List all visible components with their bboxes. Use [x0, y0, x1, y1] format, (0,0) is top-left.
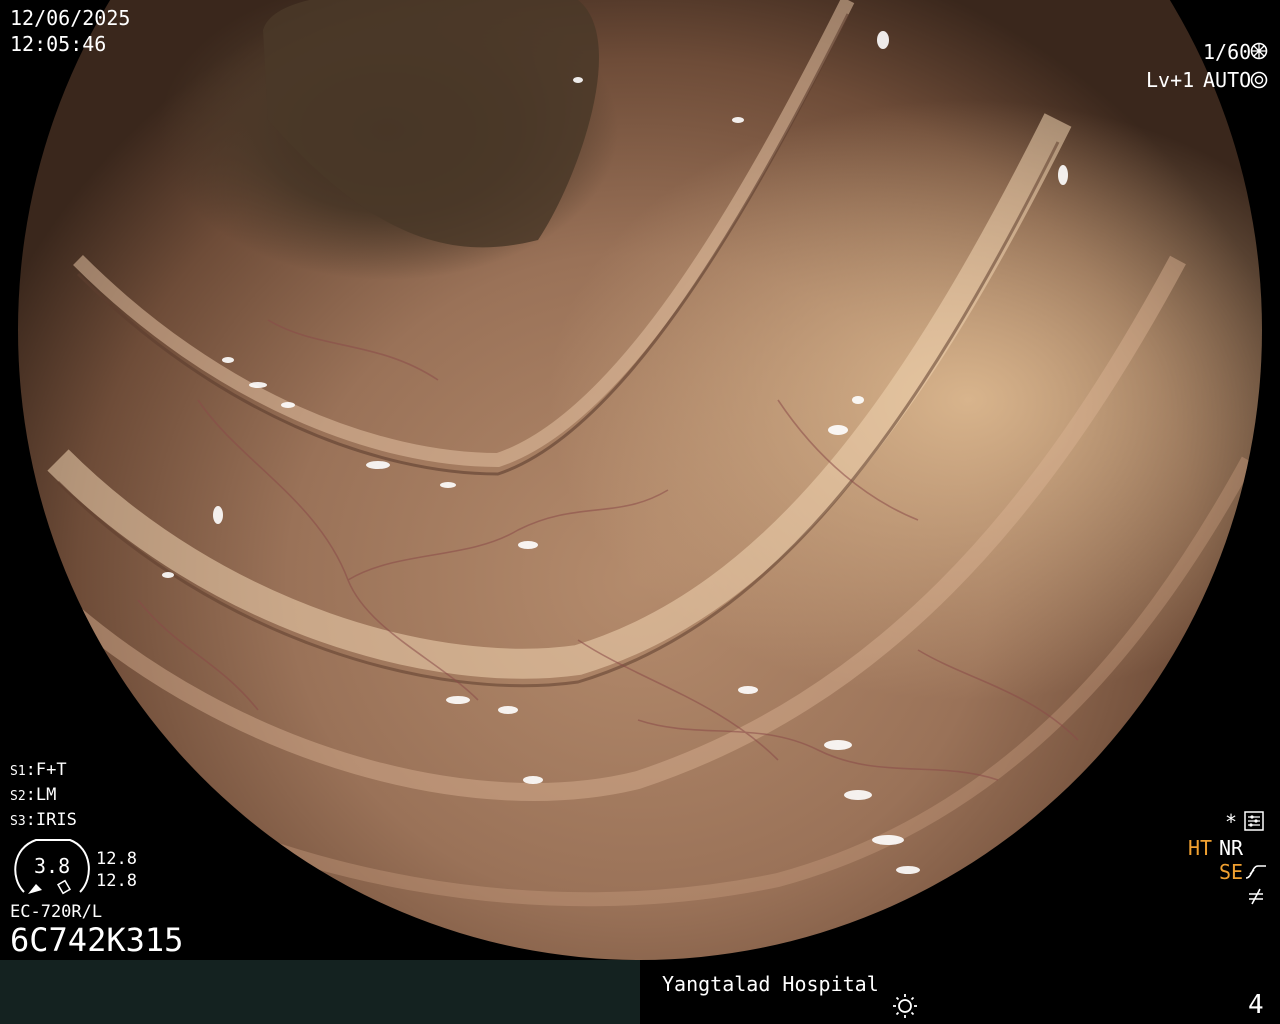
- bottom-info-bar: Yangtalad Hospital 4: [0, 960, 1280, 1024]
- iris-mode-label: AUTO: [1203, 68, 1252, 92]
- curve-icon: [1244, 862, 1268, 882]
- switch-3: S3:IRIS: [10, 810, 77, 830]
- switch-2-key: S2: [10, 789, 26, 804]
- switch-1-value: F+T: [35, 760, 67, 780]
- level-label: Lv+1: [1146, 68, 1195, 92]
- switch-2: S2:LM: [10, 785, 57, 805]
- colon-mucosa-image: [47, 0, 1255, 907]
- hospital-name: Yangtalad Hospital: [662, 972, 879, 996]
- status-asterisk: *: [1225, 810, 1238, 834]
- settings-icon: [1244, 811, 1264, 831]
- switch-3-key: S3: [10, 814, 26, 829]
- shutter-label: 1/60: [1203, 40, 1252, 64]
- not-equal-icon: [1246, 886, 1266, 906]
- serial-number-label: 6C742K315: [10, 921, 184, 959]
- switch-2-value: LM: [35, 785, 57, 805]
- gauge-top-value: 12.8: [96, 849, 137, 869]
- shutter-icon: [1250, 42, 1268, 60]
- gauge-value: 3.8: [34, 854, 71, 878]
- bottom-bar-right: Yangtalad Hospital 4: [640, 960, 1280, 1024]
- switch-1-key: S1: [10, 764, 26, 779]
- bottom-bar-left: [0, 960, 640, 1024]
- date-label: 12/06/2025: [10, 6, 131, 30]
- ht-indicator: HT: [1188, 836, 1213, 860]
- iris-icon: [1250, 71, 1268, 89]
- light-icon: [890, 992, 920, 1020]
- switch-1: S1:F+T: [10, 760, 67, 780]
- switch-3-value: IRIS: [35, 810, 77, 830]
- page-number: 4: [1248, 990, 1264, 1020]
- se-indicator: SE: [1219, 860, 1244, 884]
- gauge-bottom-value: 12.8: [96, 871, 137, 891]
- endoscopic-view: [18, 0, 1262, 960]
- time-label: 12:05:46: [10, 32, 107, 56]
- nr-indicator: NR: [1219, 836, 1244, 860]
